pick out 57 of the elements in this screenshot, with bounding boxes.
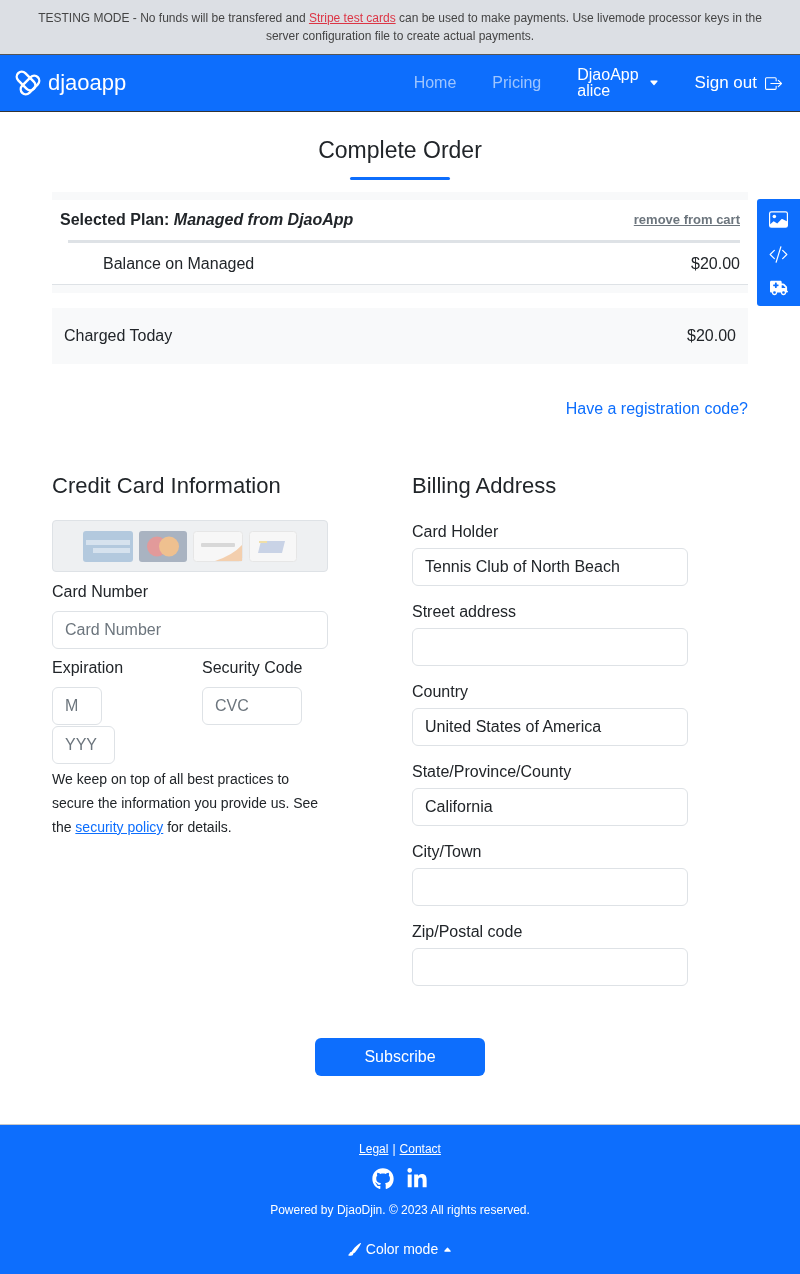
expiration-year-field[interactable]: YYY — [52, 726, 115, 764]
page-title: Complete Order — [317, 136, 483, 164]
field-label: Card Number — [52, 582, 150, 602]
security-note: We keep on top of all best practices to secure the information you provide us. See the security policy for details. — [52, 770, 320, 837]
footer-link[interactable]: Contact — [399, 1140, 441, 1158]
address-field[interactable] — [412, 948, 688, 986]
brush-icon — [347, 1242, 361, 1256]
field-label: Street address — [412, 602, 518, 622]
card-number-field[interactable]: Card Number — [52, 611, 328, 649]
link-separator: | — [392, 1141, 396, 1158]
card-logo-icon — [249, 530, 297, 562]
field-label: Security Code — [202, 658, 303, 678]
code-icon — [769, 245, 788, 264]
remove-from-cart-link[interactable]: remove from cart — [633, 210, 740, 230]
testing-mode-notice: TESTING MODE - No funds will be transfered and Stripe test cards can be used to make payments. Use livemode processor keys in the server configuration file to create actual payments. — [37, 10, 763, 45]
brand-link[interactable]: djaoapp — [12, 67, 127, 99]
registration-code-link[interactable]: Have a registration code? — [565, 397, 748, 421]
field-label: State/Province/County — [412, 762, 573, 782]
field-label: Expiration — [52, 658, 124, 678]
selected-plan: Selected Plan: Managed from DjaoApp — [60, 210, 354, 230]
stripe-test-cards-link[interactable]: Stripe test cards — [308, 11, 396, 25]
image-icon — [769, 210, 788, 229]
card-logo-icon — [139, 530, 187, 562]
footer-link[interactable]: Legal — [359, 1140, 389, 1158]
nav-link[interactable]: Home — [413, 71, 457, 95]
address-field[interactable]: Tennis Club of North Beach — [412, 548, 688, 586]
color-mode-button[interactable]: Color mode — [347, 1238, 453, 1260]
line-item-amount: $20.00 — [691, 253, 740, 274]
subscribe-button[interactable]: Subscribe — [315, 1038, 485, 1076]
expiration-month-field[interactable]: M — [52, 687, 102, 725]
field-label: Zip/Postal code — [412, 922, 524, 942]
linkedin-icon[interactable] — [406, 1168, 428, 1190]
address-field[interactable] — [412, 628, 688, 666]
field-label: Card Holder — [412, 522, 500, 542]
address-field[interactable]: California — [412, 788, 688, 826]
field-label: Country — [412, 682, 470, 702]
security-policy-link[interactable]: security policy — [75, 819, 164, 835]
section-heading: Billing Address — [412, 472, 558, 500]
address-field[interactable] — [412, 868, 688, 906]
line-item-description: Balance on Managed — [103, 253, 255, 274]
sign-out-icon — [765, 74, 782, 92]
caret-icon — [443, 1244, 453, 1254]
field-label: City/Town — [412, 842, 483, 862]
address-field[interactable]: United States of America — [412, 708, 688, 746]
github-icon[interactable] — [372, 1168, 394, 1190]
medical-truck-icon — [769, 279, 788, 297]
security-code-field[interactable]: CVC — [202, 687, 302, 725]
sign-out-link[interactable]: Sign out — [694, 71, 782, 95]
total-amount: $20.00 — [687, 326, 736, 346]
section-heading: Credit Card Information — [52, 472, 282, 500]
card-logo-icon — [193, 530, 243, 562]
card-logo-icon — [83, 530, 133, 562]
copyright-text: Powered by DjaoDjin. © 2023 All rights reserved. — [270, 1202, 530, 1219]
caret-icon — [648, 78, 659, 88]
total-label: Charged Today — [64, 326, 173, 346]
user-menu-button[interactable]: DjaoApp alice — [577, 67, 659, 99]
nav-link[interactable]: Pricing — [492, 71, 542, 95]
